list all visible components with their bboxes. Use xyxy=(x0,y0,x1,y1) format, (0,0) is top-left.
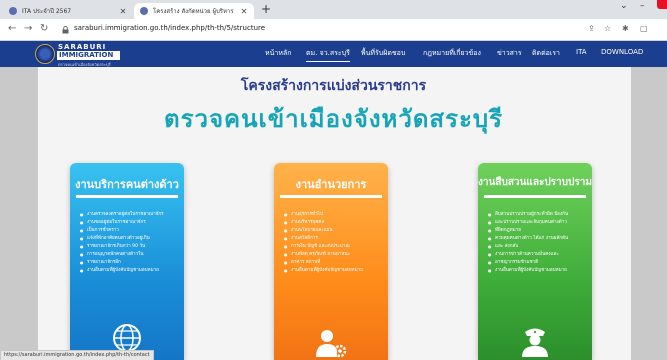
card-list: งานธุรการทั่วไป งานบริหารบุคคล งานนโยบาย… xyxy=(284,211,384,275)
lock-icon[interactable] xyxy=(62,26,69,34)
card-title: งานอำนวยการ xyxy=(295,178,367,191)
status-bar-url: https://saraburi.immigration.go.th/index… xyxy=(0,350,154,360)
tab-title: โครงสร้าง สังกัดหน่วย ผู้บริหาร xyxy=(153,8,234,15)
list-item: การอนุญาตพักคนต่างด้าวใน xyxy=(80,251,180,259)
list-item: งานบริหารบุคคล xyxy=(284,219,384,227)
nav-law[interactable]: กฎหมายที่เกี่ยวข้อง xyxy=(423,48,481,59)
share-icon[interactable]: ⇪ xyxy=(588,24,595,33)
list-item: การเงิน บัญชี และงบประมาณ xyxy=(284,243,384,251)
nav-home[interactable]: หน้าหลัก xyxy=(265,48,291,59)
card-title: งานบริการคนต่างด้าว xyxy=(75,178,179,191)
star-icon[interactable]: ☆ xyxy=(604,24,611,33)
nav-ita[interactable]: ITA xyxy=(576,48,587,56)
list-item: งานพัสดุ ครุภัณฑ์ ยานพาหนะ xyxy=(284,251,384,259)
back-icon[interactable]: ← xyxy=(8,23,16,35)
list-item: งานนโยบายและแผน xyxy=(284,227,384,235)
card-administration: งานอำนวยการ งานธุรการทั่วไป งานบริหารบุค… xyxy=(274,163,388,360)
nav-contact[interactable]: ติดต่อเรา xyxy=(532,48,560,59)
page-content: โครงสร้างการแบ่งส่วนราชการ ตรวจคนเข้าเมื… xyxy=(0,67,667,360)
close-window-icon[interactable] xyxy=(657,0,667,9)
minimize-icon[interactable]: – xyxy=(640,1,645,11)
list-item: งานตรวจลงตราอยู่ต่อในราชอาณาจักร xyxy=(80,211,180,219)
tab-title: ITA ประจำปี 2567 xyxy=(22,8,72,15)
person-gear-icon xyxy=(316,330,347,358)
card-divider xyxy=(76,195,178,198)
chevron-down-icon[interactable]: ⌄ xyxy=(620,1,628,11)
card-title: งานสืบสวนและปราบปราม xyxy=(478,177,592,188)
nav-news[interactable]: ข่าวสาร xyxy=(497,48,522,59)
new-tab-button[interactable]: + xyxy=(259,3,273,17)
browser-tab[interactable]: ITA ประจำปี 2567 ✕ xyxy=(3,3,133,19)
page-subtitle: ตรวจคนเข้าเมืองจังหวัดสระบุรี xyxy=(164,104,503,133)
card-list: สืบสวนปราบปรามผู้กระทำผิด ป้องกัน และปรา… xyxy=(488,211,588,275)
favicon-icon xyxy=(140,7,148,15)
close-tab-icon[interactable]: ✕ xyxy=(238,7,250,16)
nav-download[interactable]: DOWNLOAD xyxy=(601,48,643,56)
logo-text-main[interactable]: IMMIGRATION xyxy=(57,51,120,60)
list-item: งานอื่นตามที่ผู้บังคับบัญชามอบหมาย xyxy=(284,267,384,275)
list-item: เป็นการชั่วคราว xyxy=(80,227,180,235)
browser-tab-bar: ITA ประจำปี 2567 ✕ โครงสร้าง สังกัดหน่วย… xyxy=(0,0,667,19)
list-item: งานอื่นตามที่ผู้บังคับบัญชามอบหมาย xyxy=(488,267,588,275)
logo-text-top[interactable]: SARABURI xyxy=(58,43,106,51)
address-bar[interactable]: saraburi.immigration.go.th/index.php/th-… xyxy=(74,24,265,32)
browser-toolbar: ← → ↻ saraburi.immigration.go.th/index.p… xyxy=(0,19,667,41)
nav-area[interactable]: พื้นที่รับผิดชอบ xyxy=(361,48,405,59)
list-item: สืบสวนปราบปรามผู้กระทำผิด ป้องกัน xyxy=(488,211,588,219)
list-item: และ ส่งกลับ xyxy=(488,243,588,251)
card-alien-services: งานบริการคนต่างด้าว งานตรวจลงตราอยู่ต่อใ… xyxy=(70,163,184,360)
list-item: แจ้งที่พักอาศัยคนต่างด้าวอยู่เกิน xyxy=(80,235,180,243)
list-item: ราชอาณาจักรเกินกว่า 90 วัน xyxy=(80,243,180,251)
list-item: ควบคุมคนต่างด้าว ได้แก่ งานผลักดัน xyxy=(488,235,588,243)
page-title: โครงสร้างการแบ่งส่วนราชการ xyxy=(240,78,427,94)
card-list: งานตรวจลงตราอยู่ต่อในราชอาณาจักร งานขออย… xyxy=(80,211,180,275)
forward-icon[interactable]: → xyxy=(24,23,32,35)
list-item: งานสวัสดิการ xyxy=(284,235,384,243)
list-item: และปราบปรามและจับกุมคนต่างด้าว xyxy=(488,219,588,227)
list-item: งานอื่นตามที่ผู้บังคับบัญชามอบหมาย xyxy=(80,267,180,275)
list-item: งานการข่าวด้านความมั่นคงและ xyxy=(488,251,588,259)
card-investigation: งานสืบสวนและปราบปราม สืบสวนปราบปรามผู้กร… xyxy=(478,163,592,360)
list-item: อาคาร สถานที่ xyxy=(284,259,384,267)
close-tab-icon[interactable]: ✕ xyxy=(117,7,129,16)
police-officer-icon xyxy=(522,328,548,357)
list-item: ที่ผิดกฎหมาย xyxy=(488,227,588,235)
list-item: ราชอาณาจักรอีก xyxy=(80,259,180,267)
favicon-icon xyxy=(9,7,17,15)
card-divider xyxy=(484,195,586,198)
police-emblem-icon[interactable] xyxy=(35,44,55,64)
card-divider xyxy=(280,195,382,198)
sidepanel-icon[interactable]: ▢ xyxy=(640,24,648,33)
list-item: อาชญากรรมข้ามชาติ xyxy=(488,259,588,267)
browser-tab-active[interactable]: โครงสร้าง สังกัดหน่วย ผู้บริหาร ✕ xyxy=(134,3,254,19)
list-item: งานธุรการทั่วไป xyxy=(284,211,384,219)
reload-icon[interactable]: ↻ xyxy=(40,23,48,35)
nav-office[interactable]: ตม. จว.สระบุรี xyxy=(306,48,350,62)
list-item: งานขออยู่ต่อในราชอาณาจักร xyxy=(80,219,180,227)
extensions-icon[interactable]: ✱ xyxy=(622,24,629,33)
site-header: SARABURI IMMIGRATION ตรวจคนเข้าเมืองจังห… xyxy=(0,41,667,67)
